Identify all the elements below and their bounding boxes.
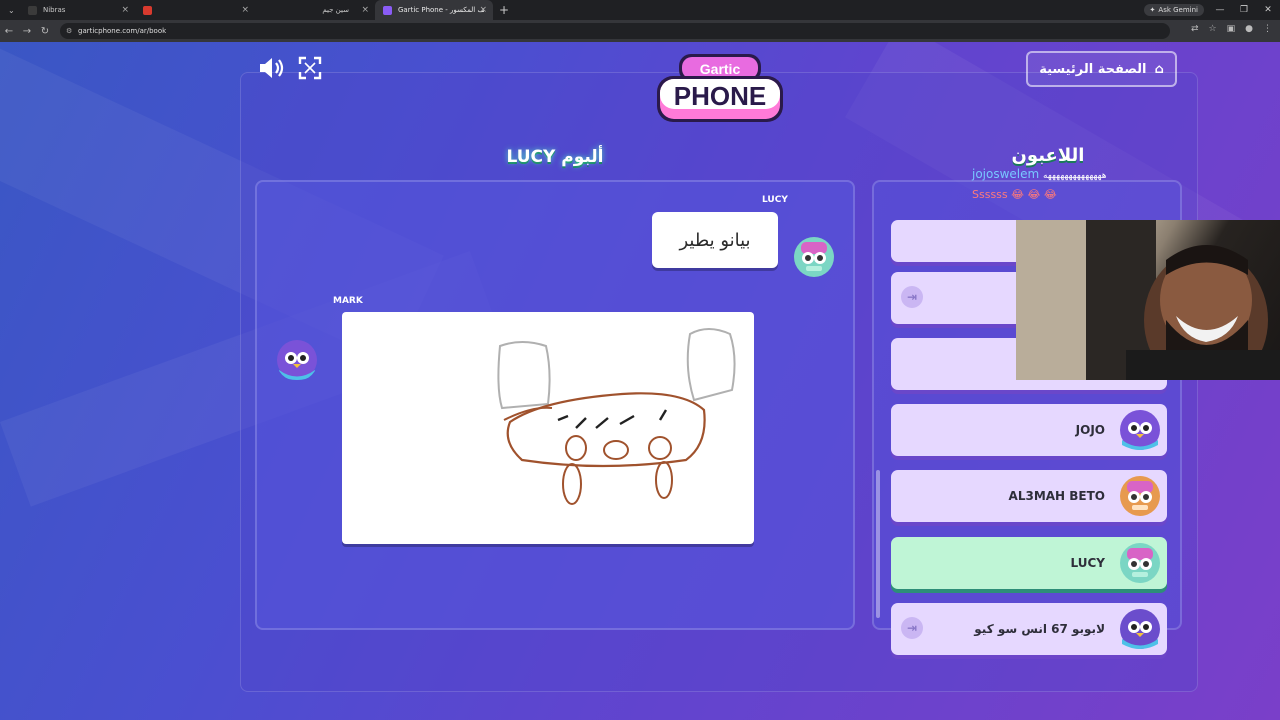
sparkle-icon: ✦ [1149, 6, 1156, 14]
close-icon[interactable]: × [121, 5, 129, 15]
browser-tab-bar: ⌄ Nibras × × سين جيم × Gartic Phone - ال… [0, 0, 1280, 20]
kick-icon[interactable]: ⇥ [901, 286, 923, 308]
close-window-icon[interactable]: ✕ [1256, 5, 1280, 15]
player-name: LUCY [1070, 556, 1105, 570]
home-icon: ⌂ [1154, 61, 1164, 77]
drawing-flying-piano [497, 328, 736, 505]
tab-label: Gartic Phone - الهاتف المكسور [398, 6, 484, 14]
drawing-canvas [342, 312, 754, 544]
chat-message-2: Ssssss 😂 😂 😂 [972, 188, 1057, 201]
ask-gemini-label: Ask Gemini [1158, 6, 1198, 14]
url-text: garticphone.com/ar/book [78, 27, 167, 35]
entry-author-mark: MARK [333, 296, 363, 306]
webcam-overlay [1016, 220, 1280, 380]
bookmark-star-icon[interactable]: ☆ [1209, 24, 1217, 34]
streamer-webcam-image [1016, 220, 1280, 380]
player-name: AL3MAH BETO [1008, 489, 1105, 503]
maximize-icon[interactable]: ❐ [1232, 5, 1256, 15]
tab-label: Nibras [43, 6, 66, 14]
translate-icon[interactable]: ⇄ [1191, 24, 1199, 34]
tab-search-button[interactable]: ⌄ [0, 0, 20, 20]
sound-icon[interactable] [257, 55, 287, 81]
chat-text: ههههههههههههههه [1043, 171, 1107, 181]
album-title-word: ألبوم [561, 147, 604, 167]
address-bar[interactable]: ⚙ garticphone.com/ar/book [60, 23, 1170, 39]
tab-nibras[interactable]: Nibras × [20, 0, 135, 20]
forward-icon[interactable]: → [18, 26, 36, 37]
site-info-icon[interactable]: ⚙ [66, 27, 72, 35]
back-icon[interactable]: ← [0, 26, 18, 37]
chevron-down-icon: ⌄ [8, 5, 15, 15]
al3mah-beto-avatar [1120, 476, 1160, 516]
album-title: ألبوم LUCY [450, 147, 660, 167]
menu-icon[interactable]: ⋮ [1263, 24, 1272, 34]
window-controls: — ❐ ✕ [1208, 0, 1280, 20]
minimize-icon[interactable]: — [1208, 5, 1232, 15]
new-tab-icon[interactable]: + [499, 3, 509, 17]
chat-username: jojoswelem [972, 167, 1040, 181]
player-name: لابوبو 67 انس سو كيو [974, 622, 1105, 636]
lucy-avatar [1120, 543, 1160, 583]
browser-toolbar: ← → ↻ ⚙ garticphone.com/ar/book ⇄ ☆ ▣ ● … [0, 20, 1280, 42]
tab-favicon [143, 5, 152, 15]
player-card-jojo: JOJO [891, 404, 1167, 456]
close-icon[interactable]: × [479, 5, 487, 15]
tab-label: سين جيم [322, 6, 349, 14]
text-entry-bubble: بيانو يطير [652, 212, 778, 268]
home-button-label: الصفحة الرئيسية [1039, 61, 1147, 77]
close-icon[interactable]: × [241, 5, 249, 15]
gartic-phone-logo: Gartic PHONE [657, 54, 783, 122]
fullscreen-icon[interactable] [298, 56, 322, 80]
home-button[interactable]: ⌂ الصفحة الرئيسية [1026, 51, 1177, 87]
album-owner-name: LUCY [506, 147, 556, 167]
tab-favicon [383, 5, 392, 15]
entry-author-lucy: LUCY [762, 195, 788, 205]
profile-avatar-icon[interactable]: ● [1245, 24, 1253, 34]
reload-icon[interactable]: ↻ [36, 26, 54, 37]
chat-message: jojoswelem ههههههههههههههه [972, 167, 1152, 183]
tab-seen-jeem[interactable]: سين جيم × [255, 0, 375, 20]
logo-line1: Gartic [700, 61, 741, 77]
close-icon[interactable]: × [361, 5, 369, 15]
tab-youtube[interactable]: × [135, 0, 255, 20]
jojo-avatar [1120, 410, 1160, 450]
kick-icon[interactable]: ⇥ [901, 617, 923, 639]
tab-gartic-phone[interactable]: Gartic Phone - الهاتف المكسور × [375, 0, 493, 20]
text-entry: بيانو يطير [679, 229, 751, 251]
players-scrollbar[interactable] [876, 470, 880, 618]
logo-line2: PHONE [674, 81, 766, 111]
player-card-al3mah-beto: AL3MAH BETO [891, 470, 1167, 522]
players-title: اللاعبون [1011, 145, 1085, 166]
tab-favicon [28, 5, 37, 15]
labubu-avatar [1120, 609, 1160, 649]
player-card-labubu: ⇥ لابوبو 67 انس سو كيو [891, 603, 1167, 655]
player-card-lucy: LUCY [891, 537, 1167, 589]
lucy-avatar [794, 237, 834, 277]
mark-avatar [277, 340, 317, 380]
toolbar-icons: ⇄ ☆ ▣ ● ⋮ [1191, 24, 1272, 34]
player-name: JOJO [1075, 423, 1105, 437]
extensions-icon[interactable]: ▣ [1227, 24, 1236, 34]
ask-gemini-button[interactable]: ✦ Ask Gemini [1143, 4, 1204, 16]
